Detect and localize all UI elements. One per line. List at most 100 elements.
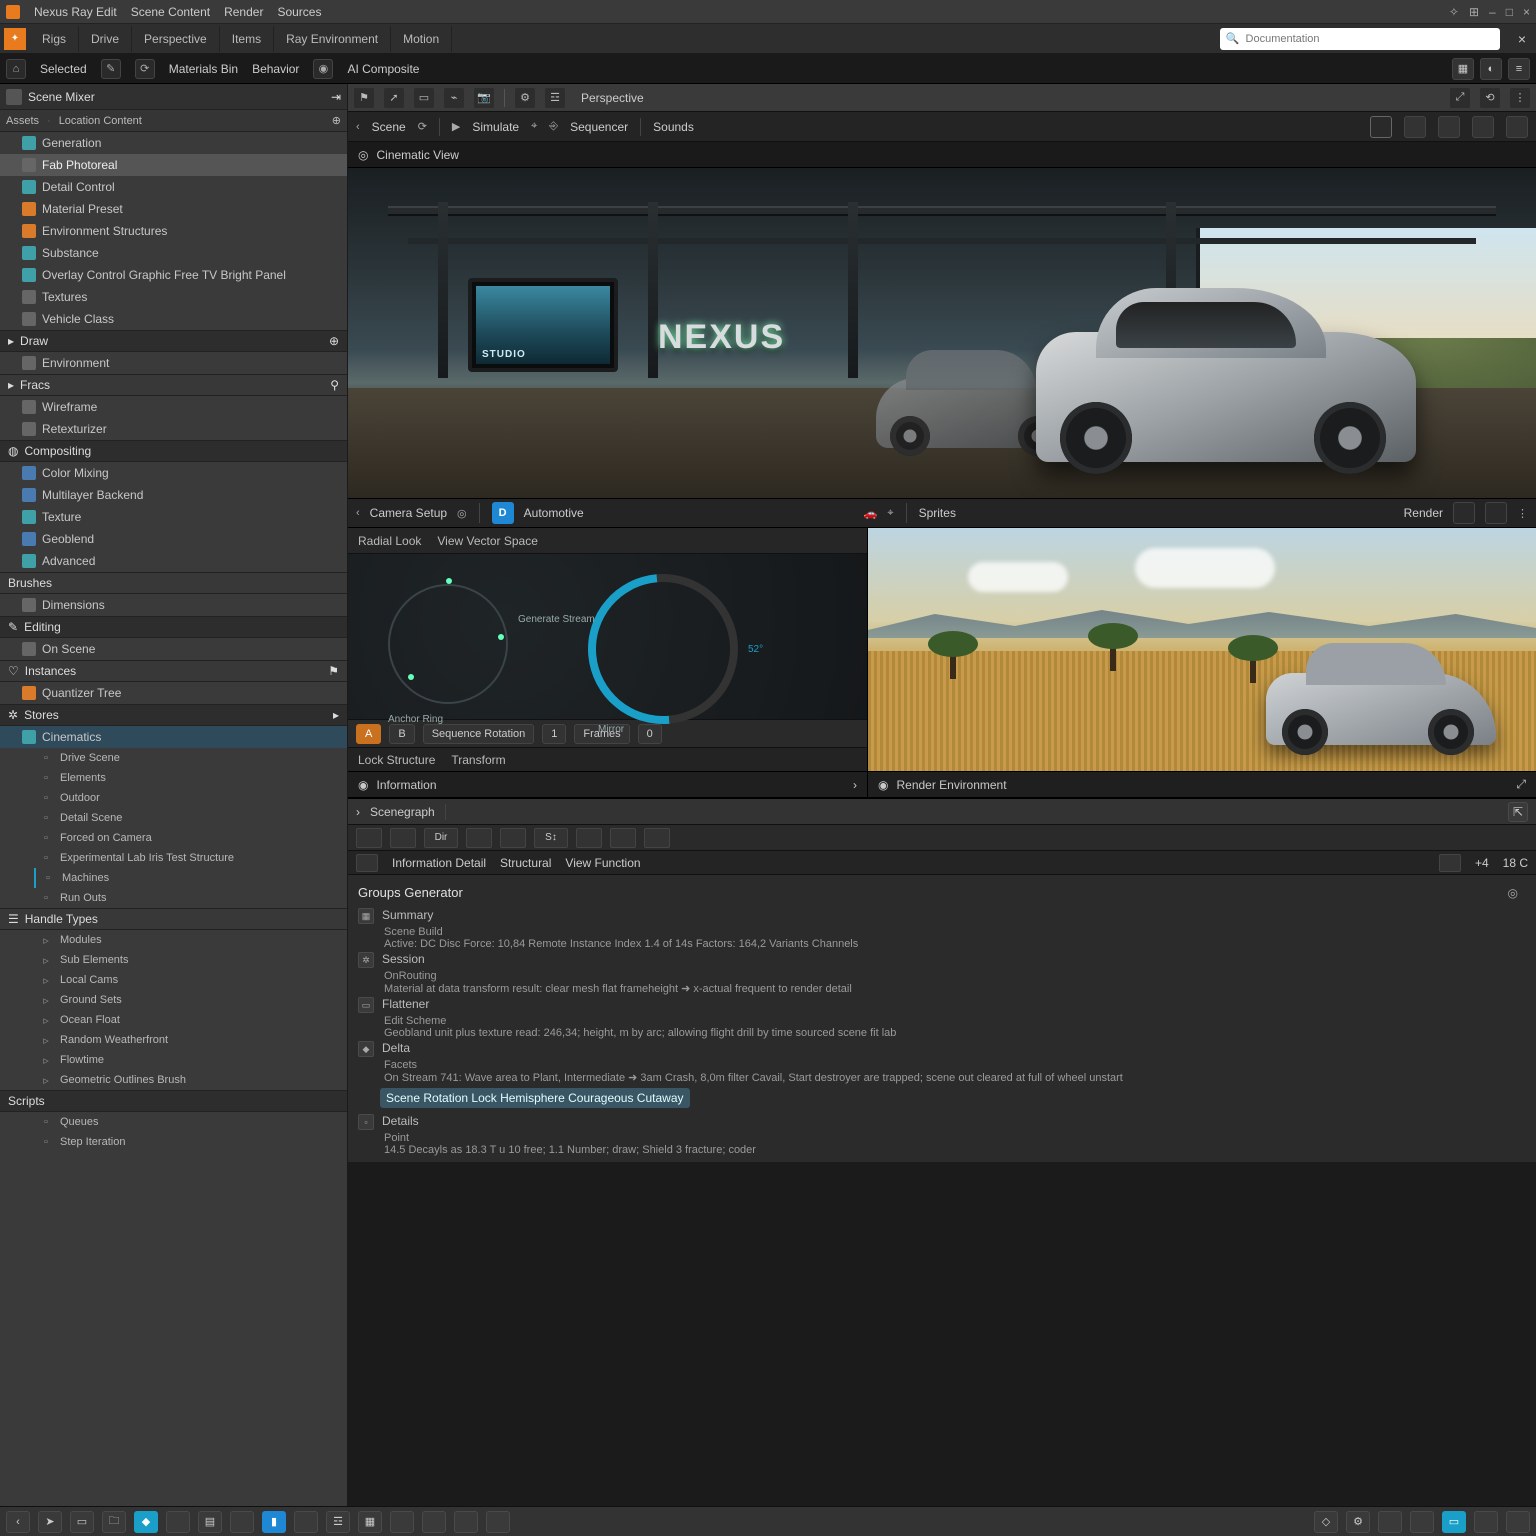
sidebar-item[interactable]: Environment <box>0 352 347 374</box>
mid-camera-setup[interactable]: Camera Setup <box>370 506 447 520</box>
section-brushes[interactable]: Brushes <box>0 572 347 594</box>
ct-sort[interactable]: S↕ <box>534 828 568 848</box>
window-max-icon[interactable]: □ <box>1506 5 1513 19</box>
window-close-icon[interactable]: × <box>1523 5 1530 19</box>
tree-leaf[interactable]: ▫Elements <box>0 768 347 788</box>
tree-leaf[interactable]: ▫Queues <box>0 1112 347 1132</box>
sub-scene[interactable]: Scene <box>372 120 406 134</box>
sb-icon[interactable] <box>486 1511 510 1533</box>
sb-ptr-icon[interactable]: ➤ <box>38 1511 62 1533</box>
group-fab[interactable]: Fab Photoreal <box>0 154 347 176</box>
eye-icon[interactable]: ◉ <box>878 778 888 792</box>
section-fracs[interactable]: ▸Fracs⚲ <box>0 374 347 396</box>
sb-icon[interactable] <box>294 1511 318 1533</box>
menu-scene-content[interactable]: Scene Content <box>131 5 210 19</box>
mid-automotive[interactable]: Automotive <box>524 506 584 520</box>
main-viewport[interactable]: STUDIO NEXUS <box>348 168 1536 498</box>
sb-icon[interactable] <box>1378 1511 1402 1533</box>
tab-ray-env[interactable]: Ray Environment <box>274 26 391 52</box>
flag-icon[interactable]: ⚑ <box>328 664 339 678</box>
ribbon-help-icon[interactable]: ◐ <box>1480 58 1502 80</box>
sidebar-item[interactable]: Quantizer Tree <box>0 682 347 704</box>
sub-trash-icon[interactable] <box>1506 116 1528 138</box>
tree-leaf[interactable]: ▹Modules <box>0 930 347 950</box>
tool-flag-icon[interactable]: ⚑ <box>354 88 374 108</box>
sidebar-item[interactable]: Geoblend <box>0 528 347 550</box>
sub-refresh-icon[interactable]: ⟳ <box>418 120 427 133</box>
tree-leaf[interactable]: ▹Ocean Float <box>0 1010 347 1030</box>
tool-gear-icon[interactable]: ⚙ <box>515 88 535 108</box>
sub-play-icon[interactable]: ▶ <box>452 120 460 133</box>
tree-root[interactable]: Cinematics <box>0 726 347 748</box>
menu-sources[interactable]: Sources <box>277 5 321 19</box>
sb-icon[interactable] <box>1474 1511 1498 1533</box>
section-stores[interactable]: ✲Stores▸ <box>0 704 347 726</box>
tool-screen-icon[interactable]: ▭ <box>414 88 434 108</box>
dial-tab-a[interactable]: Radial Look <box>358 534 421 548</box>
sub-sequencer[interactable]: Sequencer <box>570 120 628 134</box>
sub-add-icon[interactable]: ⊕ <box>332 114 341 127</box>
tree-leaf[interactable]: ▫Forced on Camera <box>0 828 347 848</box>
tree-leaf[interactable]: ▫Machines <box>34 868 347 888</box>
tab-perspective[interactable]: Perspective <box>132 26 220 52</box>
tree-leaf[interactable]: ▹Ground Sets <box>0 990 347 1010</box>
console-chevron-icon[interactable]: › <box>356 805 360 819</box>
tree-leaf[interactable]: ▫Run Outs <box>0 888 347 908</box>
sb-icon[interactable] <box>422 1511 446 1533</box>
ct-9[interactable] <box>644 828 670 848</box>
sub-assets[interactable]: Assets <box>6 115 39 127</box>
menu-app-name[interactable]: Nexus Ray Edit <box>34 5 117 19</box>
sb-folder-icon[interactable]: 🗀 <box>102 1511 126 1533</box>
tool-more-icon[interactable]: ⋮ <box>1510 88 1530 108</box>
savanna-viewport[interactable] <box>868 528 1536 771</box>
sub-sounds[interactable]: Sounds <box>653 120 694 134</box>
log-highlight[interactable]: Scene Rotation Lock Hemisphere Courageou… <box>380 1088 690 1108</box>
chip-d[interactable]: 1 <box>542 724 566 744</box>
section-draw[interactable]: ▸Draw⊕ <box>0 330 347 352</box>
mid-edit-icon[interactable] <box>1453 502 1475 524</box>
sidebar-item[interactable]: Overlay Control Graphic Free TV Bright P… <box>0 264 347 286</box>
tab-items[interactable]: Items <box>220 26 274 52</box>
tree-leaf[interactable]: ▫Experimental Lab Iris Test Structure <box>0 848 347 868</box>
sidebar-item[interactable]: Textures <box>0 286 347 308</box>
dial-canvas[interactable]: Generate Stream Anchor Ring Mirror 52° <box>348 554 867 719</box>
target-icon[interactable]: ◎ <box>457 507 467 520</box>
ct-5[interactable] <box>500 828 526 848</box>
tree-leaf[interactable]: ▹Local Cams <box>0 970 347 990</box>
tree-leaf[interactable]: ▫Detail Scene <box>0 808 347 828</box>
sb-cube-icon[interactable]: ◇ <box>1314 1511 1338 1533</box>
sb-icon[interactable] <box>1506 1511 1530 1533</box>
tabstrip-close-icon[interactable]: × <box>1508 31 1536 47</box>
sb-monitor-icon[interactable]: ▭ <box>1442 1511 1466 1533</box>
section-scripts[interactable]: Scripts <box>0 1090 347 1112</box>
sub-simulate[interactable]: Simulate <box>472 120 519 134</box>
sidebar-item[interactable]: Retexturizer <box>0 418 347 440</box>
tool-arrow-icon[interactable]: ➚ <box>384 88 404 108</box>
search-icon[interactable]: ⚲ <box>330 378 339 392</box>
chevron-icon[interactable]: ▸ <box>333 708 339 722</box>
sb-stack-icon[interactable]: ☲ <box>326 1511 350 1533</box>
section-instances[interactable]: ♡Instances⚑ <box>0 660 347 682</box>
chip-f[interactable]: 0 <box>638 724 662 744</box>
ch-struct[interactable]: Structural <box>500 856 551 870</box>
chip-a[interactable]: A <box>356 724 381 744</box>
ribbon-home-icon[interactable]: ⌂ <box>6 59 26 79</box>
sb-blue-icon[interactable]: ▮ <box>262 1511 286 1533</box>
pin-icon[interactable]: ⊕ <box>329 334 339 348</box>
mid-render[interactable]: Render <box>1404 506 1443 520</box>
mid-sprites[interactable]: Sprites <box>919 506 956 520</box>
tree-leaf[interactable]: ▫Step Iteration <box>0 1132 347 1152</box>
console-body[interactable]: Groups Generator ◎ ▦Summary Scene Build … <box>348 875 1536 1162</box>
section-compositing[interactable]: ◍Compositing <box>0 440 347 462</box>
ribbon-grid-icon[interactable]: ▦ <box>1452 58 1474 80</box>
sb-icon[interactable]: ▤ <box>198 1511 222 1533</box>
tree-leaf[interactable]: ▫Drive Scene <box>0 748 347 768</box>
ch-box-icon[interactable] <box>356 854 378 872</box>
ribbon-ai-composite[interactable]: AI Composite <box>347 62 419 76</box>
console-pop-icon[interactable]: ⇱ <box>1508 802 1528 822</box>
sb-icon[interactable] <box>1410 1511 1434 1533</box>
sidebar-item[interactable]: Advanced <box>0 550 347 572</box>
expand-icon[interactable]: ⤢ <box>1516 777 1526 792</box>
ribbon-menu-icon[interactable]: ≡ <box>1508 58 1530 80</box>
ch-sq-icon[interactable] <box>1439 854 1461 872</box>
